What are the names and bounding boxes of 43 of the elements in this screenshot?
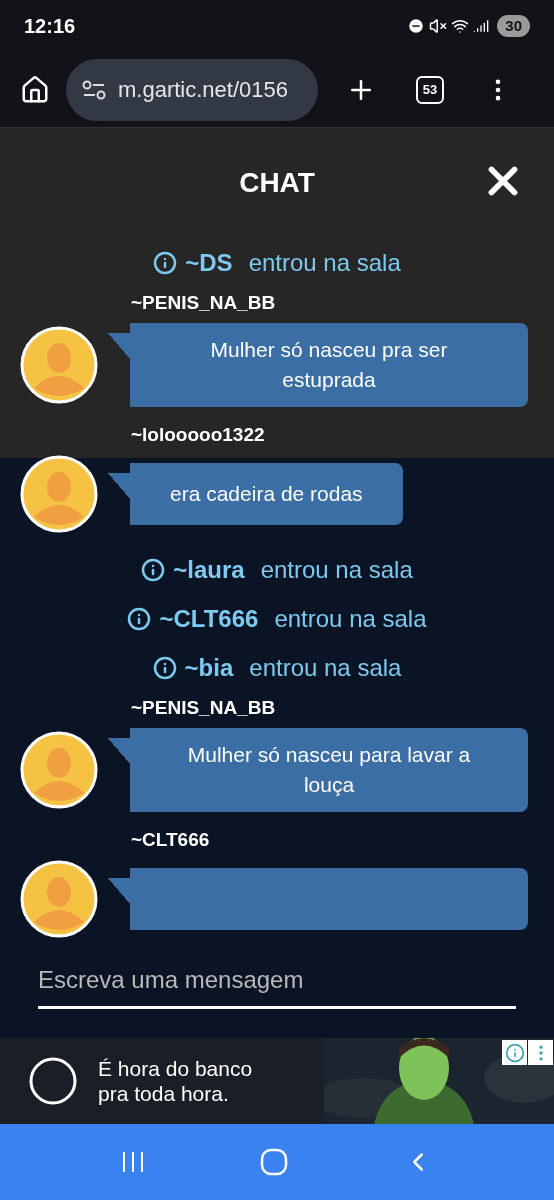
avatar-icon: [20, 326, 98, 404]
user-name: ~PENIS_NA_BB: [131, 291, 277, 315]
mute-icon: [429, 17, 448, 35]
user-name: ~CLT666: [131, 828, 211, 852]
home-icon[interactable]: [20, 74, 50, 105]
info-icon: [127, 606, 152, 631]
user-name: ~lolooooo1322: [131, 423, 266, 447]
ad-info-icon[interactable]: [502, 1040, 527, 1065]
info-icon: [152, 655, 177, 680]
user-name: ~CLT666: [159, 603, 259, 634]
ad-banner[interactable]: É hora do banco pra toda hora.: [0, 1038, 554, 1124]
recent-apps-icon[interactable]: [121, 1150, 146, 1174]
battery-indicator: 30: [497, 14, 530, 38]
system-message: entrou na sala: [249, 652, 402, 683]
wifi-icon: [451, 17, 470, 35]
status-time: 12:16: [24, 14, 76, 39]
ad-text: É hora do banco pra toda hora.: [98, 1056, 253, 1106]
message-input[interactable]: Escreva uma mensagem: [38, 962, 516, 1009]
info-icon: [153, 250, 178, 275]
system-message: entrou na sala: [274, 603, 427, 634]
avatar-icon: [20, 860, 98, 938]
tab-count[interactable]: 53: [416, 75, 444, 104]
message-text: era cadeira de rodas: [170, 481, 363, 507]
avatar-icon: [20, 455, 98, 533]
chat-title: CHAT: [239, 166, 315, 200]
info-icon: [141, 557, 166, 582]
ad-menu-icon[interactable]: [528, 1040, 553, 1065]
user-name: ~PENIS_NA_BB: [131, 696, 277, 720]
user-name: ~laura: [173, 554, 245, 585]
user-name: ~DS: [185, 247, 233, 278]
home-button-icon[interactable]: [260, 1148, 288, 1176]
url-text: m.gartic.net/0156: [118, 76, 288, 104]
system-message: entrou na sala: [260, 554, 413, 585]
message-text: Mulher só nasceu para lavar a louça: [186, 742, 472, 798]
signal-icon: [473, 18, 490, 34]
do-not-disturb-icon: [407, 17, 426, 35]
loading-icon: [28, 1056, 78, 1106]
message-text: Mulher só nasceu pra ser estuprada: [209, 337, 449, 393]
avatar-icon: [20, 731, 98, 809]
system-message: entrou na sala: [248, 247, 401, 278]
user-name: ~bia: [184, 652, 234, 683]
address-bar[interactable]: m.gartic.net/0156: [66, 58, 318, 121]
site-settings-icon: [82, 79, 106, 100]
